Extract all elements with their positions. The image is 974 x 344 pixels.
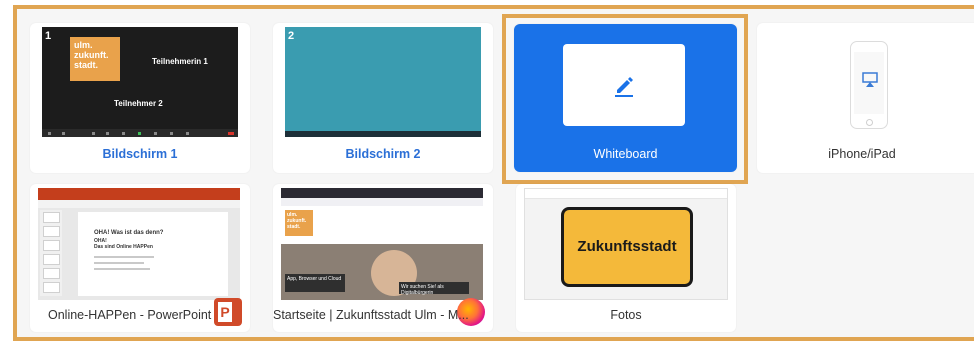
iphone-ipad-label: iPhone/iPad — [828, 147, 896, 161]
powerpoint-icon: P — [214, 298, 242, 326]
powerpoint-thumbnail: OHA! Was ist das denn? OHA! Das sind Onl… — [38, 188, 240, 300]
taskbar — [285, 131, 481, 137]
meeting-toolbar — [42, 129, 238, 137]
whiteboard-preview — [563, 44, 685, 126]
share-option-screen-2[interactable]: 2 Bildschirm 2 — [273, 23, 493, 173]
slide-preview: OHA! Was ist das denn? OHA! Das sind Onl… — [78, 212, 228, 296]
browser-window-label: Startseite | Zukunftsstadt Ulm - M... — [273, 308, 469, 322]
share-option-powerpoint[interactable]: OHA! Was ist das denn? OHA! Das sind Onl… — [30, 184, 250, 332]
browser-thumbnail: ulm. zukunft. stadt. App, Browser und Clou… — [281, 188, 483, 300]
share-option-screen-1[interactable]: 1 ulm. zukunft. stadt. Teilnehmerin 1 Te… — [30, 23, 250, 173]
whiteboard-label: Whiteboard — [593, 147, 658, 161]
photos-label: Fotos — [610, 308, 642, 322]
iphone-illustration — [850, 41, 888, 129]
share-option-whiteboard[interactable]: Whiteboard — [514, 24, 737, 172]
screen-number-badge: 1 — [45, 30, 52, 42]
ulm-logo: ulm. zukunft. stadt. — [70, 37, 120, 81]
participant-label-1: Teilnehmerin 1 — [152, 57, 208, 66]
share-option-iphone-ipad[interactable]: iPhone/iPad — [757, 23, 974, 173]
photos-thumbnail: Zukunftsstadt — [524, 188, 728, 300]
town-sign: Zukunftsstadt — [561, 207, 693, 287]
participant-label-2: Teilnehmer 2 — [114, 99, 163, 108]
powerpoint-label: Online-HAPPen - PowerPoint — [48, 308, 212, 322]
screen-1-label: Bildschirm 1 — [102, 147, 178, 161]
share-option-photos[interactable]: Zukunftsstadt Fotos — [516, 184, 736, 332]
screen-number-badge: 2 — [288, 30, 295, 42]
share-option-browser-window[interactable]: ulm. zukunft. stadt. App, Browser und Clou… — [273, 184, 493, 332]
screen-2-label: Bildschirm 2 — [345, 147, 421, 161]
pencil-icon — [615, 77, 633, 97]
screen-1-thumbnail: 1 ulm. zukunft. stadt. Teilnehmerin 1 Te… — [42, 27, 238, 137]
ulm-logo: ulm. zukunft. stadt. — [285, 210, 313, 236]
airplay-icon — [862, 72, 878, 87]
screen-2-thumbnail: 2 — [285, 27, 481, 137]
